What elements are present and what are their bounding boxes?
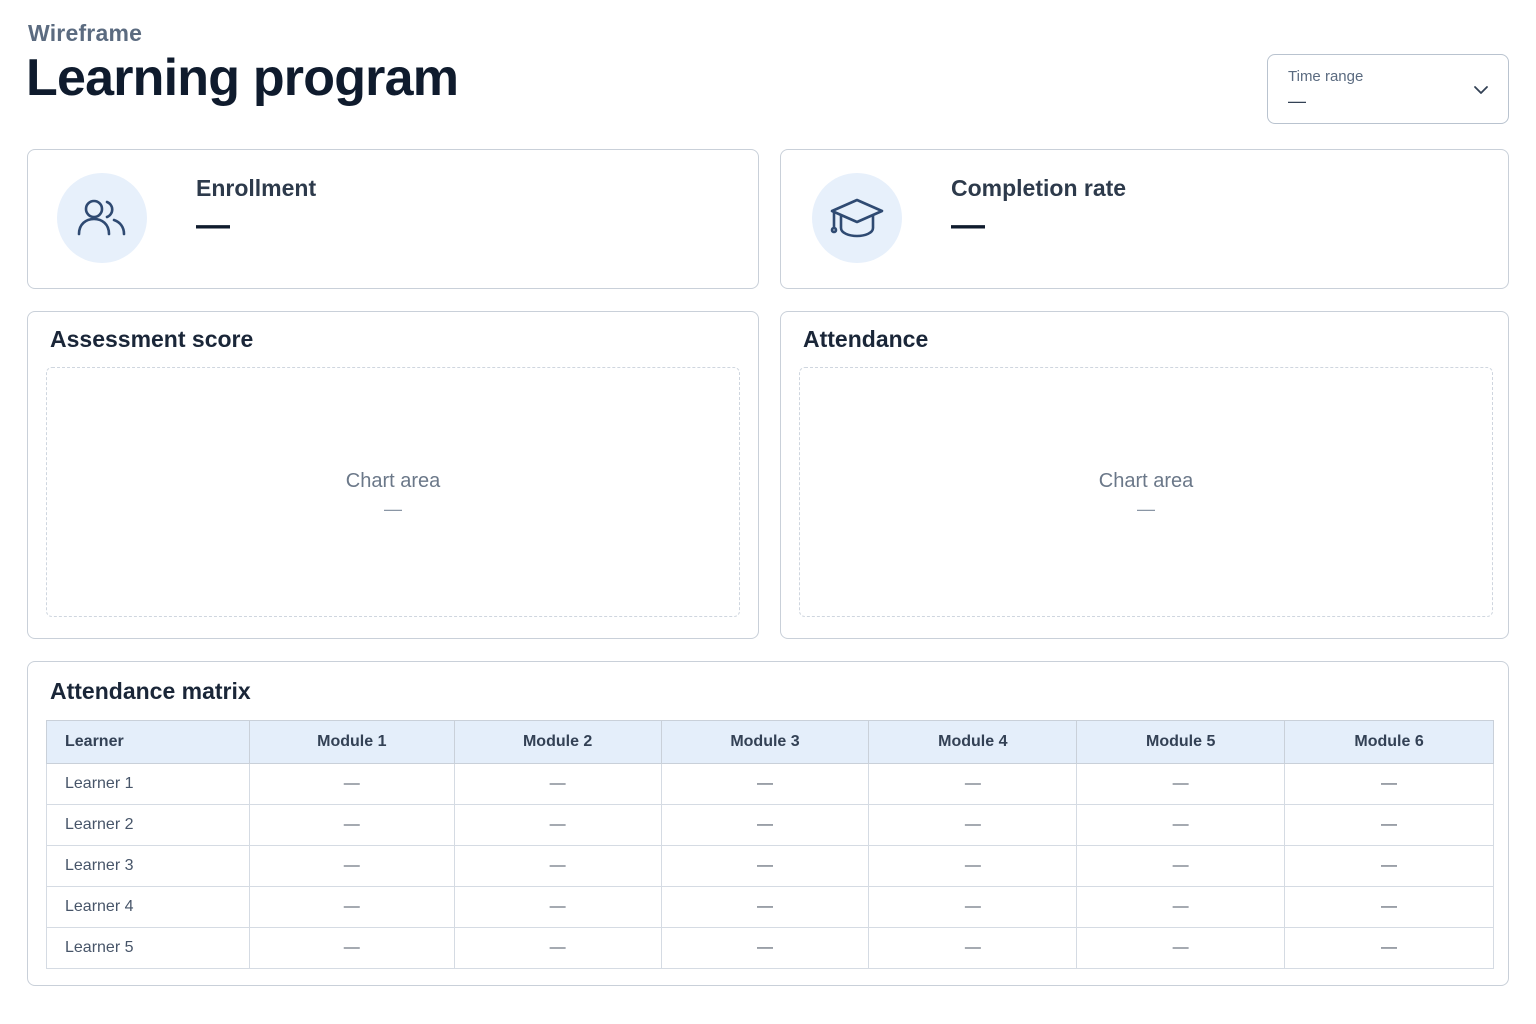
table-cell: — <box>660 927 870 969</box>
table-cell: — <box>453 845 662 887</box>
table-cell: — <box>1076 845 1286 887</box>
table-row: Learner 2 — — — — — — <box>46 804 1494 846</box>
table-cell: — <box>660 886 870 928</box>
table-row: Learner 1 — — — — — — <box>46 763 1494 805</box>
table-cell: — <box>248 763 455 805</box>
table-row: Learner 4 — — — — — — <box>46 886 1494 928</box>
table-cell: — <box>660 845 870 887</box>
enrollment-value: — <box>196 206 230 244</box>
table-cell: — <box>248 886 455 928</box>
table-cell: — <box>868 927 1078 969</box>
table-cell: — <box>453 927 662 969</box>
table-cell: — <box>1284 763 1494 805</box>
attendance-chart-area: Chart area — <box>799 367 1493 617</box>
assessment-score-panel: Assessment score Chart area — <box>27 311 759 639</box>
column-header[interactable]: Module 3 <box>660 720 870 764</box>
attendance-matrix-table: Learner Module 1 Module 2 Module 3 Modul… <box>46 720 1494 969</box>
table-cell: — <box>868 886 1078 928</box>
page-eyebrow: Wireframe <box>28 20 143 46</box>
column-header[interactable]: Learner <box>46 720 250 764</box>
assessment-score-title: Assessment score <box>50 326 254 352</box>
attendance-panel: Attendance Chart area — <box>780 311 1509 639</box>
enrollment-card: Enrollment — <box>27 149 759 289</box>
users-icon <box>77 199 126 236</box>
column-header[interactable]: Module 2 <box>453 720 662 764</box>
table-cell: — <box>248 927 455 969</box>
time-range-select[interactable]: Time range — <box>1267 54 1509 124</box>
table-cell: — <box>660 804 870 846</box>
column-header[interactable]: Module 5 <box>1076 720 1286 764</box>
completion-rate-value: — <box>951 206 985 244</box>
table-cell: — <box>1076 804 1286 846</box>
completion-rate-card: Completion rate — <box>780 149 1509 289</box>
table-cell: — <box>868 845 1078 887</box>
completion-rate-label: Completion rate <box>951 175 1127 201</box>
table-cell: — <box>1284 886 1494 928</box>
learner-name-cell: Learner 2 <box>46 804 250 846</box>
table-cell: — <box>868 804 1078 846</box>
chart-area-label: Chart area <box>1098 470 1194 492</box>
table-cell: — <box>1284 804 1494 846</box>
chart-area-value: — <box>384 499 402 519</box>
table-row: Learner 3 — — — — — — <box>46 845 1494 887</box>
column-header[interactable]: Module 6 <box>1284 720 1494 764</box>
table-cell: — <box>453 763 662 805</box>
table-row: Learner 5 — — — — — — <box>46 927 1494 969</box>
table-header-row: Learner Module 1 Module 2 Module 3 Modul… <box>46 720 1494 764</box>
table-cell: — <box>1076 763 1286 805</box>
chart-area-value: — <box>1137 499 1155 519</box>
column-header[interactable]: Module 1 <box>248 720 455 764</box>
chevron-down-icon <box>1474 86 1488 94</box>
page-title: Learning program <box>26 49 459 107</box>
table-cell: — <box>868 763 1078 805</box>
attendance-title: Attendance <box>803 326 929 352</box>
table-cell: — <box>1076 886 1286 928</box>
assessment-chart-area: Chart area — <box>46 367 740 617</box>
table-cell: — <box>248 845 455 887</box>
chart-area-label: Chart area <box>345 470 441 492</box>
table-cell: — <box>248 804 455 846</box>
attendance-matrix-panel: Attendance matrix Learner Module 1 Modul… <box>27 661 1509 986</box>
completion-icon-badge <box>812 173 902 263</box>
table-cell: — <box>453 804 662 846</box>
time-range-label: Time range <box>1288 68 1364 85</box>
time-range-value: — <box>1288 91 1306 111</box>
learner-name-cell: Learner 1 <box>46 763 250 805</box>
enrollment-icon-badge <box>57 173 147 263</box>
graduation-cap-icon <box>830 198 884 238</box>
learner-name-cell: Learner 4 <box>46 886 250 928</box>
attendance-matrix-title: Attendance matrix <box>50 678 251 704</box>
table-cell: — <box>1076 927 1286 969</box>
enrollment-label: Enrollment <box>196 175 317 201</box>
column-header[interactable]: Module 4 <box>868 720 1078 764</box>
table-cell: — <box>1284 927 1494 969</box>
table-cell: — <box>453 886 662 928</box>
learner-name-cell: Learner 5 <box>46 927 250 969</box>
table-cell: — <box>1284 845 1494 887</box>
table-cell: — <box>660 763 870 805</box>
learner-name-cell: Learner 3 <box>46 845 250 887</box>
